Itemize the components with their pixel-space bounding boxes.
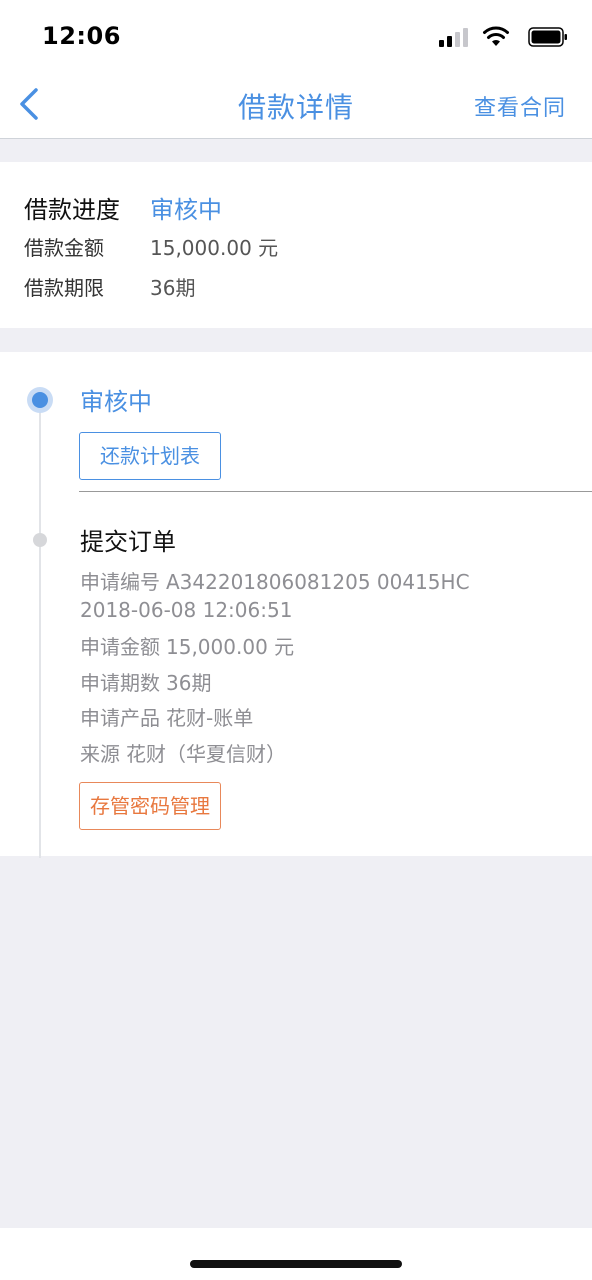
timeline-card: 审核中 还款计划表 提交订单 申请编号 A342201806081205 0041… <box>0 352 592 858</box>
nav-bar: 借款详情 查看合同 <box>0 74 592 139</box>
application-product: 申请产品 花财-账单 <box>80 706 254 730</box>
view-contract-button[interactable]: 查看合同 <box>474 90 566 122</box>
loan-term-value: 36期 <box>150 276 196 300</box>
loan-progress-row: 借款进度 审核中 <box>24 190 222 226</box>
loan-amount-value: 15,000.00 元 <box>150 236 279 260</box>
battery-icon <box>528 27 567 47</box>
application-time: 2018-06-08 12:06:51 <box>80 598 293 622</box>
application-source: 来源 花财（华夏信财） <box>80 742 286 766</box>
loan-term-label: 借款期限 <box>24 276 104 300</box>
loan-amount-row: 借款金额 15,000.00 元 <box>24 232 278 268</box>
loan-summary-card: 借款进度 审核中 借款金额 15,000.00 元 借款期限 36期 <box>0 162 592 328</box>
loan-term-row: 借款期限 36期 <box>24 272 195 308</box>
custody-password-button[interactable]: 存管密码管理 <box>79 782 221 830</box>
timeline-line <box>39 398 41 858</box>
application-number: 申请编号 A342201806081205 00415HC <box>80 570 470 594</box>
status-time: 12:06 <box>42 22 121 50</box>
active-step-dot <box>27 387 53 413</box>
wifi-icon <box>483 26 509 46</box>
loan-amount-label: 借款金额 <box>24 236 104 260</box>
application-term: 申请期数 36期 <box>80 671 212 695</box>
loan-progress-label: 借款进度 <box>24 196 120 224</box>
cellular-signal-icon <box>439 28 468 47</box>
step-title-reviewing: 审核中 <box>80 388 152 416</box>
status-bar: 12:06 <box>0 0 592 74</box>
completed-step-dot <box>33 533 47 547</box>
loan-progress-value: 审核中 <box>150 196 222 224</box>
home-indicator-area <box>0 1228 592 1280</box>
step-title-submit-order: 提交订单 <box>80 528 176 556</box>
home-indicator[interactable] <box>190 1260 402 1268</box>
application-amount: 申请金额 15,000.00 元 <box>80 635 295 659</box>
step-divider <box>79 491 592 492</box>
repayment-schedule-button[interactable]: 还款计划表 <box>79 432 221 480</box>
